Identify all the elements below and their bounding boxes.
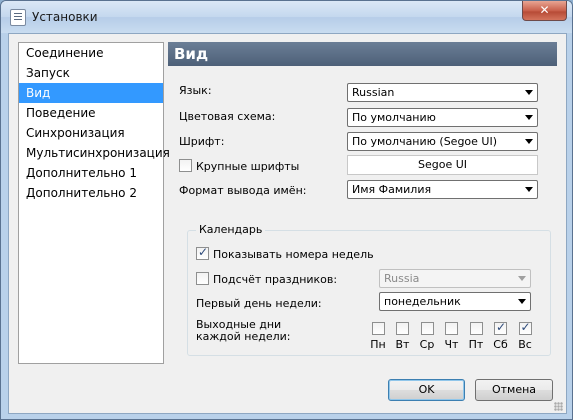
weekend-day-label: Пн	[370, 338, 386, 351]
weekend-day: Пт	[464, 322, 488, 351]
color-scheme-label: Цветовая схема:	[179, 110, 276, 123]
weekend-label-line2: каждой недели:	[196, 330, 291, 343]
window-title: Установки	[32, 10, 98, 24]
ok-button[interactable]: OK	[388, 379, 465, 401]
weekend-day-label: Вт	[395, 338, 410, 351]
cancel-button[interactable]: Отмена	[475, 379, 553, 401]
font-value: По умолчанию (Segoe UI)	[352, 135, 498, 148]
chevron-down-icon	[525, 139, 533, 144]
holidays-checkbox[interactable]	[196, 272, 209, 285]
sidebar-item-multisync[interactable]: Мультисинхронизация	[19, 143, 170, 163]
chevron-down-icon	[518, 276, 526, 281]
title-bar[interactable]: Установки ✕	[1, 1, 572, 33]
sidebar-item-advanced-1[interactable]: Дополнительно 1	[19, 163, 163, 183]
weekend-day: Вс	[513, 320, 537, 351]
calendar-group-title: Календарь	[196, 223, 266, 236]
week-numbers-checkbox[interactable]	[196, 245, 209, 260]
weekend-day-label: Чт	[444, 338, 459, 351]
holidays-country-value: Russia	[384, 272, 420, 285]
weekend-day-label: Вс	[518, 338, 532, 351]
panel-title: Вид	[168, 42, 557, 66]
close-button[interactable]: ✕	[522, 1, 567, 21]
font-preview-box: Segoe UI	[347, 155, 538, 175]
week-numbers-label: Показывать номера недель	[213, 248, 374, 261]
settings-window: Установки ✕ Соединение Запуск Вид Поведе…	[0, 0, 573, 420]
weekend-day: Чт	[440, 322, 464, 351]
language-value: Russian	[352, 86, 395, 99]
weekend-day-checkbox[interactable]	[469, 322, 483, 335]
color-scheme-value: По умолчанию	[352, 111, 436, 124]
sidebar-item-connection[interactable]: Соединение	[19, 43, 163, 63]
sidebar-item-sync[interactable]: Синхронизация	[19, 123, 163, 143]
weekend-day-checkbox[interactable]	[420, 322, 434, 335]
weekend-day-label: Ср	[419, 338, 435, 351]
name-format-value: Имя Фамилия	[352, 183, 432, 196]
sidebar-item-behavior[interactable]: Поведение	[19, 103, 163, 123]
weekend-day-checkbox[interactable]	[396, 322, 409, 335]
color-scheme-select[interactable]: По умолчанию	[347, 108, 538, 127]
weekend-day-label: Пт	[468, 338, 484, 351]
sidebar-item-view[interactable]: Вид	[19, 83, 163, 103]
weekend-day-checkbox[interactable]	[518, 320, 532, 335]
weekend-day: Вт	[391, 322, 415, 351]
holidays-country-select[interactable]: Russia	[379, 269, 531, 288]
weekend-day: Пн	[366, 322, 390, 351]
chevron-down-icon	[525, 115, 533, 120]
first-day-select[interactable]: понедельник	[379, 292, 531, 311]
name-format-label: Формат вывода имён:	[179, 184, 307, 197]
language-select[interactable]: Russian	[347, 83, 538, 102]
weekend-day-checkbox[interactable]	[445, 322, 458, 335]
first-day-label: Первый день недели:	[196, 297, 322, 310]
chevron-down-icon	[518, 299, 526, 304]
chevron-down-icon	[525, 187, 533, 192]
weekend-day: Ср	[415, 322, 439, 351]
first-day-value: понедельник	[384, 295, 461, 308]
font-label: Шрифт:	[179, 135, 225, 148]
holidays-label: Подсчёт праздников:	[213, 273, 338, 286]
name-format-select[interactable]: Имя Фамилия	[347, 180, 538, 199]
resize-grip[interactable]	[554, 402, 563, 411]
view-settings-panel: Вид Язык: Russian Цветовая схема: По умо…	[168, 42, 557, 356]
weekend-day-checkbox[interactable]	[371, 322, 385, 335]
weekend-day-checkbox[interactable]	[494, 320, 507, 335]
dialog-client-area: Соединение Запуск Вид Поведение Синхрони…	[8, 33, 567, 414]
settings-category-list[interactable]: Соединение Запуск Вид Поведение Синхрони…	[18, 42, 170, 364]
sidebar-item-advanced-2[interactable]: Дополнительно 2	[19, 183, 163, 203]
weekend-day: Сб	[489, 320, 513, 351]
sidebar-item-startup[interactable]: Запуск	[19, 63, 163, 83]
close-icon: ✕	[539, 3, 550, 17]
calendar-group: Календарь Показывать номера недель Подсч…	[187, 223, 551, 356]
font-select[interactable]: По умолчанию (Segoe UI)	[347, 132, 538, 151]
weekend-day-label: Сб	[493, 338, 508, 351]
language-label: Язык:	[179, 84, 212, 97]
large-fonts-checkbox[interactable]	[179, 159, 192, 172]
chevron-down-icon	[525, 90, 533, 95]
app-icon	[10, 9, 26, 26]
large-fonts-label: Крупные шрифты	[196, 160, 300, 173]
